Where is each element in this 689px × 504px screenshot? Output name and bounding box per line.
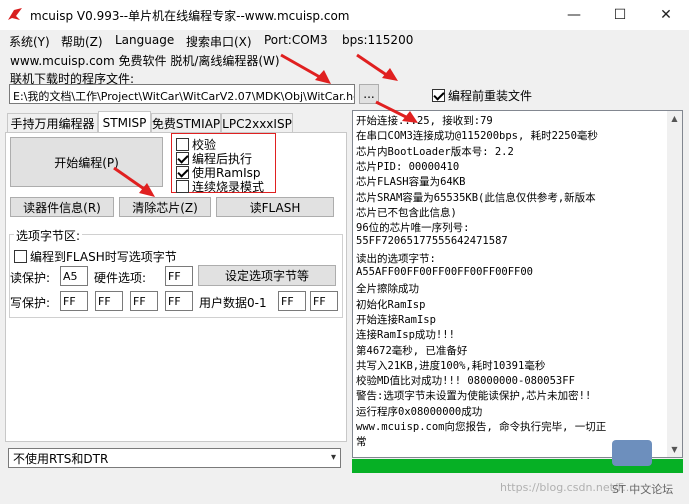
- write-option-bytes-label: 编程到FLASH时写选项字节: [30, 250, 177, 264]
- log-line: 在串口COM3连接成功@115200bps, 耗时2250毫秒: [356, 130, 598, 143]
- write-protect-input-3[interactable]: FF: [130, 291, 158, 311]
- menu-port[interactable]: Port:COM3: [264, 33, 328, 47]
- log-line: 芯片PID: 00000410: [356, 160, 460, 173]
- option-bytes-label: 选项字节区:: [14, 227, 83, 244]
- reload-checkbox[interactable]: [432, 89, 445, 102]
- port-arrow-head: [315, 70, 331, 84]
- menu-help[interactable]: 帮助(Z): [61, 33, 103, 50]
- log-line: 开始连接...25, 接收到:79: [356, 115, 493, 127]
- file-path-input[interactable]: E:\我的文档\工作\Project\WitCar\WitCarV2.07\MD…: [9, 84, 355, 104]
- read-flash-button[interactable]: 读FLASH: [216, 197, 334, 217]
- log-scrollbar[interactable]: ▲ ▼: [667, 111, 682, 457]
- hw-option-input[interactable]: FF: [165, 266, 193, 286]
- user-data-label: 用户数据0-1: [199, 296, 267, 310]
- tab-stmiap[interactable]: 免费STMIAP: [151, 113, 221, 133]
- menu-bps[interactable]: bps:115200: [342, 33, 413, 47]
- log-line: 芯片内BootLoader版本号: 2.2: [356, 145, 514, 158]
- tab-lpc2xxxisp[interactable]: LPC2xxxISP: [221, 113, 293, 133]
- offline-programmer-link[interactable]: www.mcuisp.com 免费软件 脱机/离线编程器(W): [10, 52, 280, 69]
- scroll-down-icon[interactable]: ▼: [667, 442, 682, 457]
- write-protect-input-4[interactable]: FF: [165, 291, 193, 311]
- log-line: 警告:选项字节未设置为使能读保护,芯片未加密!!: [356, 390, 592, 403]
- log-line: 芯片已不包含此信息): [356, 206, 457, 219]
- menu-system[interactable]: 系统(Y): [9, 33, 50, 50]
- log-line: 全片擦除成功: [356, 283, 419, 296]
- port-arrow: [280, 53, 326, 82]
- log-line: 初始化RamIsp: [356, 298, 426, 311]
- bps-arrow: [356, 53, 392, 80]
- app-logo-icon: [8, 8, 22, 20]
- write-option-bytes-option[interactable]: 编程到FLASH时写选项字节: [14, 248, 177, 265]
- menu-search-port[interactable]: 搜索串口(X): [186, 33, 252, 50]
- log-line: 校验MD值比对成功!!! 08000000-080053FF: [356, 375, 575, 388]
- log-lines: 开始连接...25, 接收到:79 在串口COM3连接成功@115200bps, …: [352, 113, 667, 453]
- log-line: 共写入21KB,进度100%,耗时10391毫秒: [356, 359, 546, 372]
- continuous-mode-label: 连续烧录模式: [192, 180, 265, 194]
- log-line: www.mcuisp.com向您报告, 命令执行完毕, 一切正: [356, 421, 607, 433]
- log-line: A55AFF00FF00FF00FF00FF00FF00: [356, 266, 534, 278]
- rts-dtr-select[interactable]: 不使用RTS和DTR ▾: [8, 448, 341, 468]
- reload-option[interactable]: 编程前重装文件: [432, 87, 532, 104]
- log-line: 常: [356, 436, 367, 449]
- write-option-bytes-checkbox[interactable]: [14, 250, 27, 263]
- continuous-mode-checkbox[interactable]: [176, 180, 189, 193]
- log-line: 第4672毫秒, 已准备好: [356, 344, 468, 357]
- write-protect-input-2[interactable]: FF: [95, 291, 123, 311]
- log-line: 开始连接RamIsp: [356, 313, 436, 326]
- log-line: 连接RamIsp成功!!!: [356, 329, 455, 342]
- log-line: 芯片SRAM容量为65535KB(此信息仅供参考,新版本: [356, 191, 596, 204]
- read-protect-input[interactable]: A5: [60, 266, 88, 286]
- chat-icon: [612, 440, 652, 466]
- user-data-input-0[interactable]: FF: [278, 291, 306, 311]
- tab-handheld[interactable]: 手持万用编程器: [7, 113, 98, 133]
- window-title: mcuisp V0.993--单片机在线编程专家--www.mcuisp.com: [30, 9, 350, 23]
- minimize-button[interactable]: —: [551, 0, 597, 30]
- read-info-button[interactable]: 读器件信息(R): [10, 197, 114, 217]
- start-program-button[interactable]: 开始编程(P): [10, 137, 163, 187]
- write-protect-input-1[interactable]: FF: [60, 291, 88, 311]
- browse-button[interactable]: ...: [359, 84, 379, 104]
- log-line: 读出的选项字节:: [356, 252, 436, 265]
- write-protect-label: 写保护:: [10, 296, 51, 310]
- log-line: 芯片FLASH容量为64KB: [356, 176, 466, 189]
- rts-dtr-value: 不使用RTS和DTR: [13, 451, 109, 466]
- erase-chip-button[interactable]: 清除芯片(Z): [119, 197, 211, 217]
- tab-stmisp[interactable]: STMISP: [98, 111, 151, 133]
- close-button[interactable]: ✕: [643, 0, 689, 30]
- log-line: 运行程序0x08000000成功: [356, 405, 483, 418]
- continuous-mode-option[interactable]: 连续烧录模式: [176, 178, 264, 195]
- maximize-button[interactable]: ☐: [597, 0, 643, 30]
- log-line: 96位的芯片唯一序列号:: [356, 222, 470, 235]
- log-line: 55FF72065177555642471587: [356, 235, 508, 248]
- menu-language[interactable]: Language: [115, 33, 174, 47]
- read-protect-label: 读保护:: [10, 271, 51, 285]
- chevron-down-icon: ▾: [330, 452, 336, 463]
- corner-badge: ST 中文论坛: [612, 483, 674, 496]
- reload-label: 编程前重装文件: [448, 89, 533, 103]
- hw-option-label: 硬件选项:: [94, 271, 147, 285]
- user-data-input-1[interactable]: FF: [310, 291, 338, 311]
- bps-arrow-head: [382, 68, 398, 81]
- scroll-up-icon[interactable]: ▲: [667, 111, 682, 126]
- set-option-bytes-button[interactable]: 设定选项字节等: [198, 265, 336, 286]
